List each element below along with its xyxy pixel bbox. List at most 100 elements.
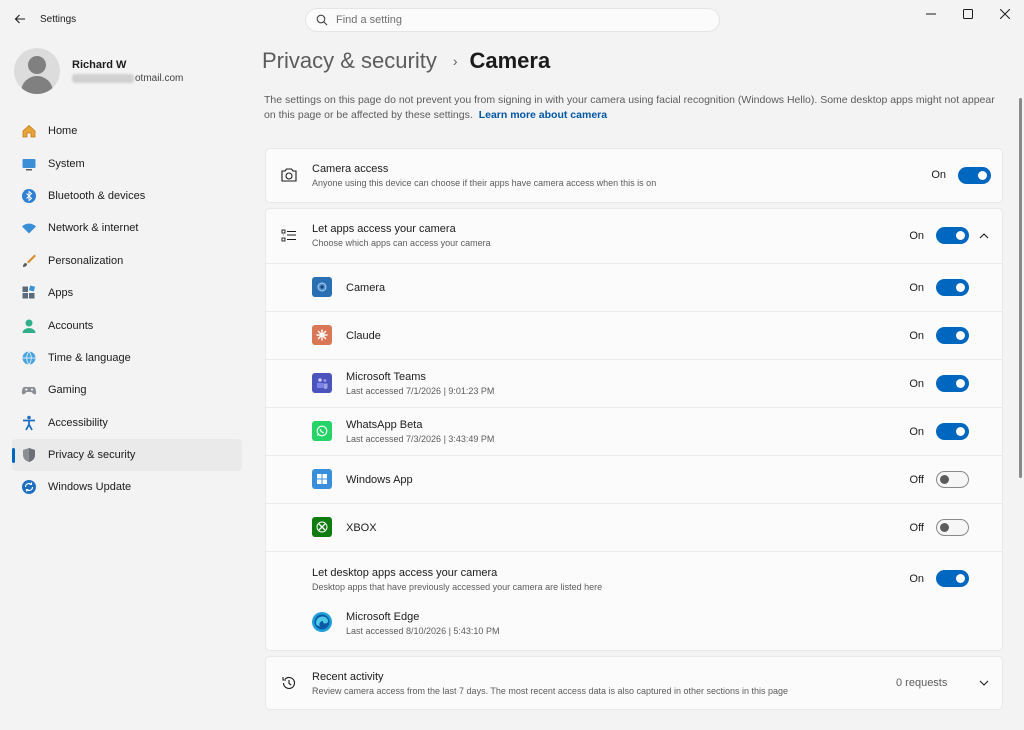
app-last-accessed: Last accessed 8/10/2026 | 5:43:10 PM bbox=[346, 626, 500, 636]
search-box[interactable] bbox=[305, 8, 720, 32]
sidebar-item-label: System bbox=[48, 157, 85, 170]
sidebar-item-gaming[interactable]: Gaming bbox=[12, 374, 242, 406]
camera-app-toggle[interactable] bbox=[936, 279, 969, 296]
breadcrumb-separator: › bbox=[452, 53, 458, 69]
camera-access-title: Camera access bbox=[312, 163, 389, 175]
let-apps-state: On bbox=[909, 230, 924, 242]
app-state: Off bbox=[909, 474, 924, 486]
close-button[interactable] bbox=[982, 0, 1024, 28]
app-name: XBOX bbox=[346, 522, 377, 534]
app-row-whatsapp-beta: WhatsApp Beta Last accessed 7/3/2026 | 3… bbox=[266, 407, 1002, 455]
chevron-up-icon[interactable] bbox=[977, 229, 991, 243]
app-name: Claude bbox=[346, 330, 381, 342]
app-state: On bbox=[909, 282, 924, 294]
wifi-icon bbox=[20, 219, 38, 237]
accounts-icon bbox=[20, 317, 38, 335]
sidebar-item-accessibility[interactable]: Accessibility bbox=[12, 407, 242, 439]
camera-icon bbox=[279, 165, 299, 185]
sidebar-item-accounts[interactable]: Accounts bbox=[12, 309, 242, 341]
profile-email: otmail.com bbox=[72, 73, 183, 84]
sidebar-item-windows-update[interactable]: Windows Update bbox=[12, 471, 242, 503]
desktop-apps-state: On bbox=[909, 573, 924, 585]
app-row-windows-app: Windows App Off bbox=[266, 455, 1002, 503]
let-apps-title: Let apps access your camera bbox=[312, 223, 456, 235]
monitor-icon bbox=[20, 155, 38, 173]
sidebar-item-personalization[interactable]: Personalization bbox=[12, 245, 242, 277]
app-text: Microsoft Teams Last accessed 7/1/2026 |… bbox=[346, 371, 494, 396]
let-apps-toggle[interactable] bbox=[936, 227, 969, 244]
claude-app-icon bbox=[312, 325, 332, 345]
update-icon bbox=[20, 478, 38, 496]
app-name: Microsoft Teams bbox=[346, 371, 426, 383]
sidebar-item-label: Home bbox=[48, 125, 78, 138]
app-text: Windows App bbox=[346, 474, 413, 486]
app-state: Off bbox=[909, 522, 924, 534]
camera-access-state: On bbox=[931, 169, 946, 181]
camera-access-desc: Anyone using this device can choose if t… bbox=[312, 178, 657, 188]
app-name: Camera bbox=[346, 282, 386, 294]
let-apps-card: Let apps access your camera Choose which… bbox=[265, 208, 1003, 651]
page-description: The settings on this page do not prevent… bbox=[264, 93, 1004, 123]
recent-activity-card[interactable]: Recent activity Review camera access fro… bbox=[265, 656, 1003, 710]
xbox-app-icon bbox=[312, 517, 332, 537]
profile-name: Richard W bbox=[72, 59, 127, 71]
app-state: On bbox=[909, 378, 924, 390]
sidebar-item-time-language[interactable]: Time & language bbox=[12, 342, 242, 374]
claude-app-toggle[interactable] bbox=[936, 327, 969, 344]
teams-app-icon bbox=[312, 373, 332, 393]
sidebar-item-label: Privacy & security bbox=[48, 449, 136, 462]
camera-access-toggle[interactable] bbox=[958, 167, 991, 184]
sidebar-item-label: Time & language bbox=[48, 351, 131, 364]
app-text: WhatsApp Beta Last accessed 7/3/2026 | 3… bbox=[346, 419, 494, 444]
xbox-app-toggle[interactable] bbox=[936, 519, 969, 536]
back-arrow-icon bbox=[14, 14, 25, 24]
gamepad-icon bbox=[20, 381, 38, 399]
search-icon bbox=[316, 14, 328, 26]
recent-activity-text: Recent activity Review camera access fro… bbox=[312, 671, 788, 696]
breadcrumb: Privacy & security › Camera bbox=[262, 46, 550, 76]
breadcrumb-parent[interactable]: Privacy & security bbox=[262, 48, 437, 74]
sidebar-item-label: Personalization bbox=[48, 254, 124, 267]
app-title: Settings bbox=[40, 14, 77, 25]
sidebar-item-network[interactable]: Network & internet bbox=[12, 212, 242, 244]
back-button[interactable] bbox=[10, 9, 30, 29]
avatar bbox=[14, 48, 60, 94]
app-row-microsoft-teams: Microsoft Teams Last accessed 7/1/2026 |… bbox=[266, 359, 1002, 407]
scrollbar[interactable] bbox=[1019, 98, 1022, 478]
apps-icon bbox=[20, 284, 38, 302]
sidebar-item-label: Bluetooth & devices bbox=[48, 189, 146, 202]
teams-app-toggle[interactable] bbox=[936, 375, 969, 392]
sidebar-item-bluetooth[interactable]: Bluetooth & devices bbox=[12, 180, 242, 212]
sidebar-item-label: Apps bbox=[48, 287, 74, 300]
sidebar-item-home[interactable]: Home bbox=[12, 115, 242, 147]
app-last-accessed: Last accessed 7/1/2026 | 9:01:23 PM bbox=[346, 386, 495, 396]
recent-activity-row[interactable]: Recent activity Review camera access fro… bbox=[266, 657, 1002, 709]
desktop-apps-row: Let desktop apps access your camera Desk… bbox=[266, 551, 1002, 652]
app-text: Camera bbox=[346, 282, 385, 294]
app-row-xbox: XBOX Off bbox=[266, 503, 1002, 551]
desktop-apps-toggle[interactable] bbox=[936, 570, 969, 587]
learn-more-link[interactable]: Learn more about camera bbox=[479, 109, 607, 121]
whatsapp-app-icon bbox=[312, 421, 332, 441]
sidebar-item-system[interactable]: System bbox=[12, 147, 242, 179]
camera-access-text: Camera access Anyone using this device c… bbox=[312, 163, 656, 188]
windows-app-toggle[interactable] bbox=[936, 471, 969, 488]
whatsapp-app-toggle[interactable] bbox=[936, 423, 969, 440]
sidebar-item-label: Accessibility bbox=[48, 416, 108, 429]
recent-requests-count: 0 requests bbox=[896, 677, 948, 689]
sidebar-item-apps[interactable]: Apps bbox=[12, 277, 242, 309]
app-row-claude: Claude On bbox=[266, 311, 1002, 359]
user-profile[interactable]: Richard W otmail.com bbox=[14, 46, 244, 96]
chevron-down-icon[interactable] bbox=[977, 676, 991, 690]
recent-activity-desc: Review camera access from the last 7 day… bbox=[312, 686, 789, 696]
desktop-apps-text: Let desktop apps access your camera Desk… bbox=[312, 567, 602, 592]
app-row-camera: Camera On bbox=[266, 263, 1002, 311]
minimize-icon bbox=[926, 13, 936, 15]
edge-app-icon bbox=[312, 612, 332, 632]
close-icon bbox=[1000, 9, 1010, 19]
search-input[interactable] bbox=[336, 14, 696, 26]
sidebar-item-privacy-security[interactable]: Privacy & security bbox=[12, 438, 242, 472]
desktop-apps-title: Let desktop apps access your camera bbox=[312, 567, 498, 579]
camera-access-row: Camera access Anyone using this device c… bbox=[266, 149, 1002, 202]
sidebar-item-label: Accounts bbox=[48, 319, 94, 332]
